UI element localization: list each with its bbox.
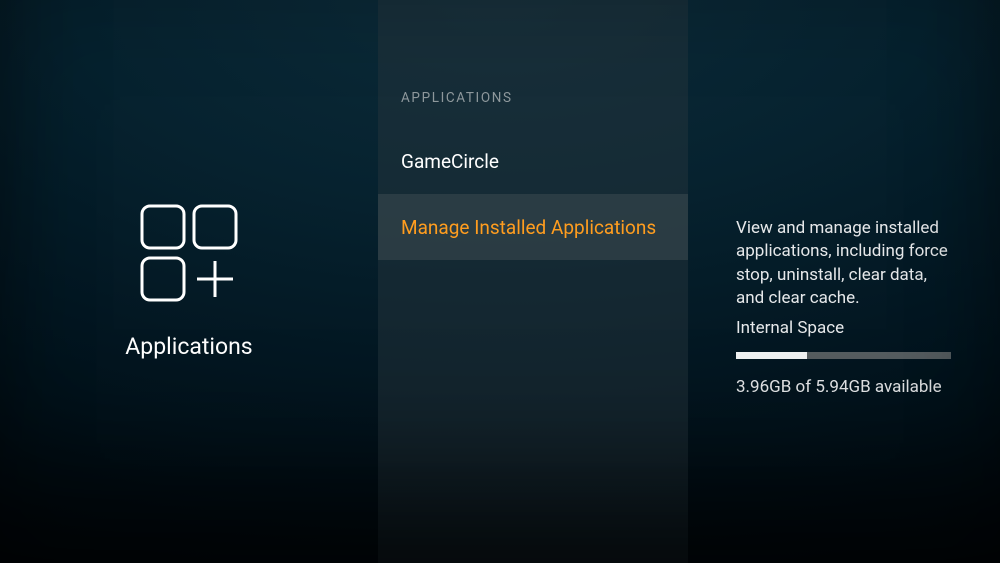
menu-item-label: GameCircle bbox=[401, 150, 499, 173]
storage-available-text: 3.96GB of 5.94GB available bbox=[736, 377, 942, 397]
menu-item-manage-installed-applications[interactable]: Manage Installed Applications bbox=[378, 194, 688, 260]
menu-list: GameCircle Manage Installed Applications bbox=[378, 128, 688, 260]
menu-item-label: Manage Installed Applications bbox=[401, 216, 656, 239]
storage-progress-fill bbox=[736, 352, 807, 359]
detail-description: View and manage installed applications, … bbox=[736, 217, 948, 311]
left-panel-title: Applications bbox=[125, 333, 252, 360]
detail-panel: View and manage installed applications, … bbox=[688, 0, 1000, 563]
menu-panel: APPLICATIONS GameCircle Manage Installed… bbox=[378, 0, 688, 563]
applications-icon bbox=[139, 203, 239, 303]
storage-progress-bar bbox=[736, 352, 951, 359]
left-panel: Applications bbox=[0, 0, 378, 563]
section-header: APPLICATIONS bbox=[401, 90, 513, 106]
settings-screen: Applications APPLICATIONS GameCircle Man… bbox=[0, 0, 1000, 563]
menu-item-gamecircle[interactable]: GameCircle bbox=[378, 128, 688, 194]
storage-label: Internal Space bbox=[736, 318, 844, 338]
